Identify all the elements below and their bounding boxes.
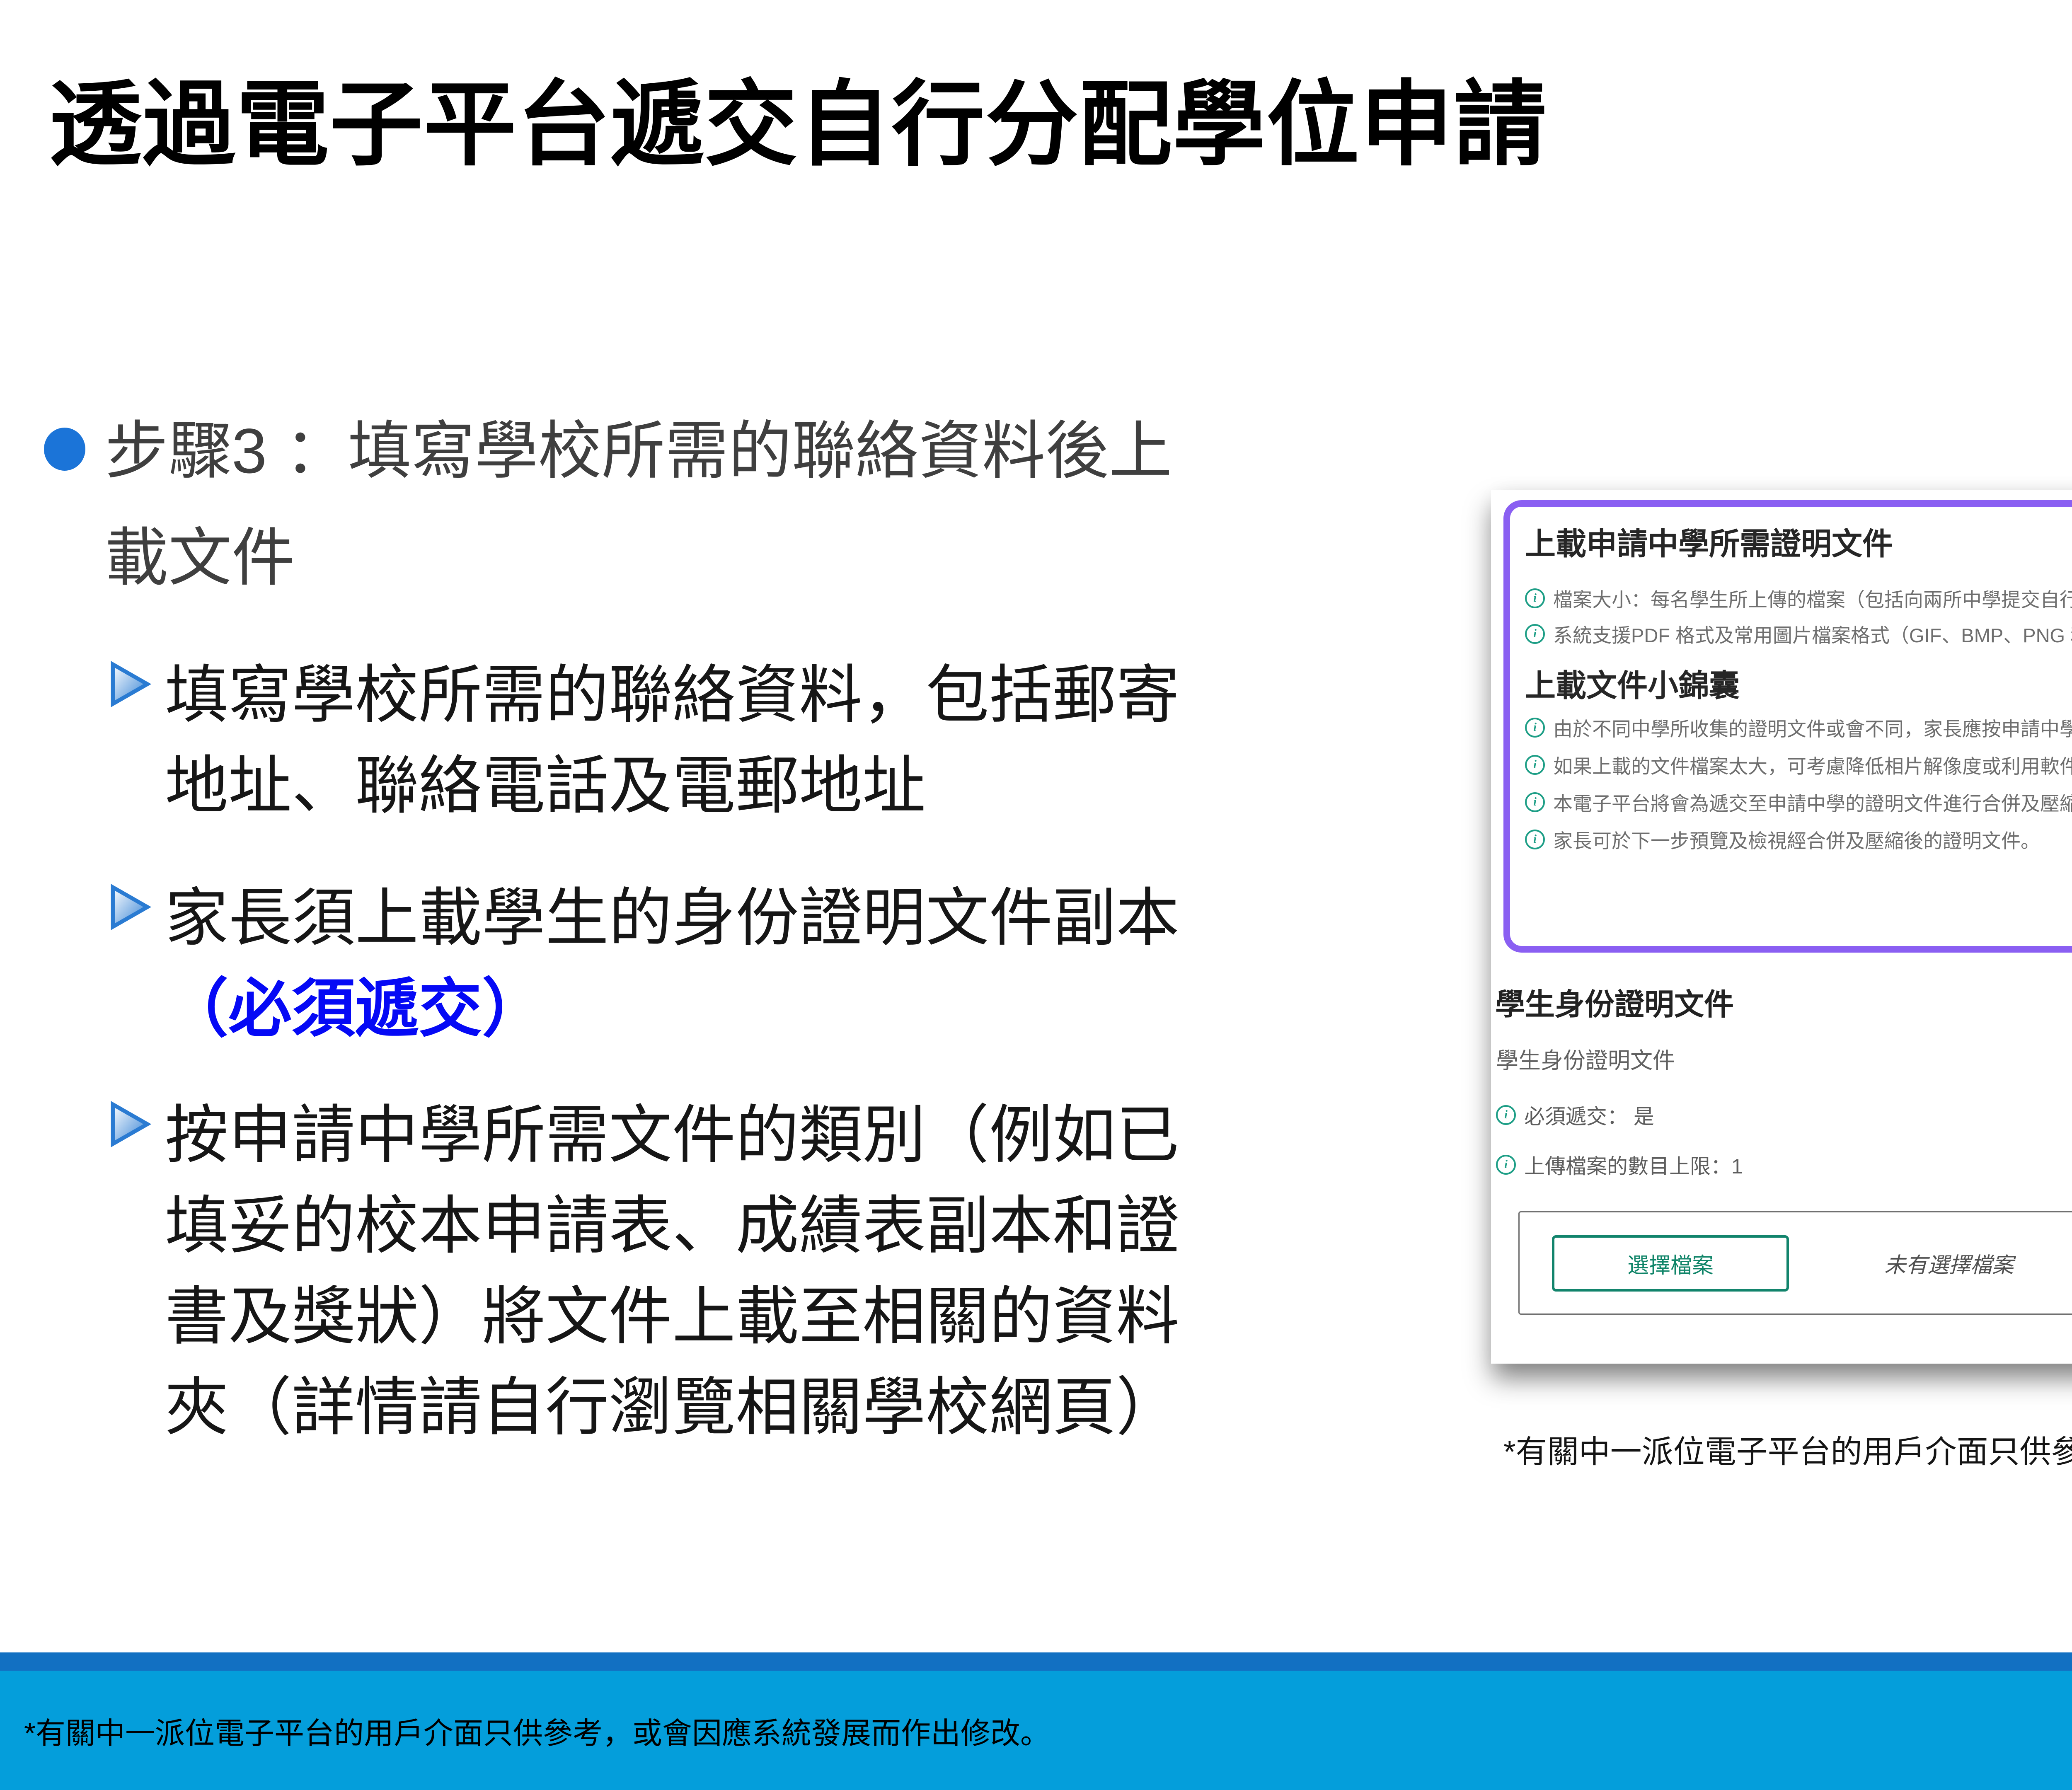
subbullet-contact-info: 填寫學校所需的聯絡資料，包括郵寄 地址、聯絡電話及電郵地址 (165, 650, 1179, 831)
required-submission-row: i 必須遞交： 是 (1496, 1100, 1654, 1130)
step3-line2: 載文件 (105, 505, 1172, 612)
must-submit-highlight: （必須遞交） (165, 963, 1179, 1054)
info-circle-icon: i (1496, 1155, 1516, 1175)
tip-row: i 本電子平台將會為遞交至申請中學的證明文件進行合併及壓縮，所以，如需要遞交多於… (1525, 788, 2072, 816)
no-file-selected-text: 未有選擇檔案 (1884, 1212, 2014, 1313)
subbullet3-line4: 夾（詳情請自行瀏覽相關學校網頁） (165, 1362, 1179, 1453)
footer-accent-strip (0, 1652, 2072, 1671)
subbullet-upload-category: 按申請中學所需文件的類別（例如已 填妥的校本申請表、成績表副本和證 書及獎狀）將… (165, 1090, 1179, 1453)
file-size-info-row: i 檔案大小：每名學生所上傳的檔案（包括向兩所中學提交自行分配學位的申請）大小上… (1525, 584, 2072, 612)
slide-canvas: 透過電子平台遞交自行分配學位申請 步驟3 ：填寫學校所需的聯絡資料後上 載文件 … (0, 0, 2072, 1790)
upload-requirements-highlight-box: 上載申請中學所需證明文件 i 檔案大小：每名學生所上傳的檔案（包括向兩所中學提交… (1503, 500, 2072, 953)
max-files-row: i 上傳檔案的數目上限：1 (1496, 1150, 1743, 1180)
subbullet-id-document: 家長須上載學生的身份證明文件副本 （必須遞交） (165, 873, 1179, 1054)
subbullet1-line1: 填寫學校所需的聯絡資料，包括郵寄 (165, 650, 1179, 740)
step3-text: 步驟3 ：填寫學校所需的聯絡資料後上 載文件 (105, 398, 1172, 612)
info-circle-icon: i (1525, 624, 1545, 644)
upload-section-title: 上載申請中學所需證明文件 (1525, 519, 1893, 564)
arrow-bullet-icon (109, 660, 152, 709)
student-doc-section-title: 學生身份證明文件 (1495, 980, 1734, 1023)
bullet-dot-icon (44, 428, 85, 471)
subbullet2-line1: 家長須上載學生的身份證明文件副本 (165, 873, 1179, 963)
file-upload-dropzone[interactable]: 選擇檔案 未有選擇檔案 (1518, 1211, 2072, 1315)
tip-text: 本電子平台將會為遞交至申請中學的證明文件進行合併及壓縮，所以，如需要遞交多於一份… (1553, 788, 2072, 816)
tip-row: i 如果上載的文件檔案太大，可考慮降低相片解像度或利用軟件將相片或文件的大小壓縮… (1525, 750, 2072, 779)
tip-text: 如果上載的文件檔案太大，可考慮降低相片解像度或利用軟件將相片或文件的大小壓縮。 (1553, 750, 2072, 779)
max-files-text: 上傳檔案的數目上限：1 (1524, 1150, 1743, 1180)
file-format-text: 系統支援PDF 格式及常用圖片檔案格式（GIF、BMP、PNG 和JPEG） (1553, 619, 2072, 648)
file-format-info-row: i 系統支援PDF 格式及常用圖片檔案格式（GIF、BMP、PNG 和JPEG） (1525, 619, 2072, 648)
info-circle-icon: i (1525, 588, 1545, 608)
tip-text: 由於不同中學所收集的證明文件或會不同，家長應按申請中學的要求，上載所需文件至相應… (1553, 713, 2072, 742)
tip-row: i 家長可於下一步預覽及檢視經合併及壓縮後的證明文件。 (1525, 825, 2040, 854)
page-title: 透過電子平台遞交自行分配學位申請 (49, 49, 1547, 184)
footer-disclaimer: *有關中一派位電子平台的用戶介面只供參考，或會因應系統發展而作出修改。 (24, 1709, 1050, 1752)
screenshot-disclaimer: *有關中一派位電子平台的用戶介面只供參考，或會因應系統發展而作出修改。 (1503, 1426, 2072, 1472)
tip-text: 家長可於下一步預覽及檢視經合併及壓縮後的證明文件。 (1553, 825, 2040, 854)
student-doc-subtitle: 學生身份證明文件 (1496, 1042, 1675, 1075)
subbullet3-line3: 書及獎狀）將文件上載至相關的資料 (165, 1271, 1179, 1362)
info-circle-icon: i (1525, 718, 1545, 738)
upload-tips-title: 上載文件小錦囊 (1525, 661, 1740, 705)
info-circle-icon: i (1496, 1105, 1516, 1125)
info-circle-icon: i (1525, 792, 1545, 812)
arrow-bullet-icon (109, 883, 152, 931)
required-submission-text: 必須遞交： 是 (1524, 1100, 1654, 1130)
subbullet3-line1: 按申請中學所需文件的類別（例如已 (165, 1090, 1179, 1180)
info-circle-icon: i (1525, 830, 1545, 849)
choose-file-button[interactable]: 選擇檔案 (1552, 1235, 1789, 1292)
platform-screenshot: 上載申請中學所需證明文件 i 檔案大小：每名學生所上傳的檔案（包括向兩所中學提交… (1491, 490, 2072, 1364)
footer-bar: *有關中一派位電子平台的用戶介面只供參考，或會因應系統發展而作出修改。 (0, 1671, 2072, 1790)
subbullet3-line2: 填妥的校本申請表、成績表副本和證 (165, 1180, 1179, 1271)
info-circle-icon: i (1525, 755, 1545, 775)
arrow-bullet-icon (109, 1100, 152, 1149)
tip-row: i 由於不同中學所收集的證明文件或會不同，家長應按申請中學的要求，上載所需文件至… (1525, 713, 2072, 742)
file-size-text: 檔案大小：每名學生所上傳的檔案（包括向兩所中學提交自行分配學位的申請）大小上限為… (1553, 584, 2072, 612)
step3-line1: 步驟3 ：填寫學校所需的聯絡資料後上 (105, 398, 1172, 505)
subbullet1-line2: 地址、聯絡電話及電郵地址 (165, 740, 1179, 831)
